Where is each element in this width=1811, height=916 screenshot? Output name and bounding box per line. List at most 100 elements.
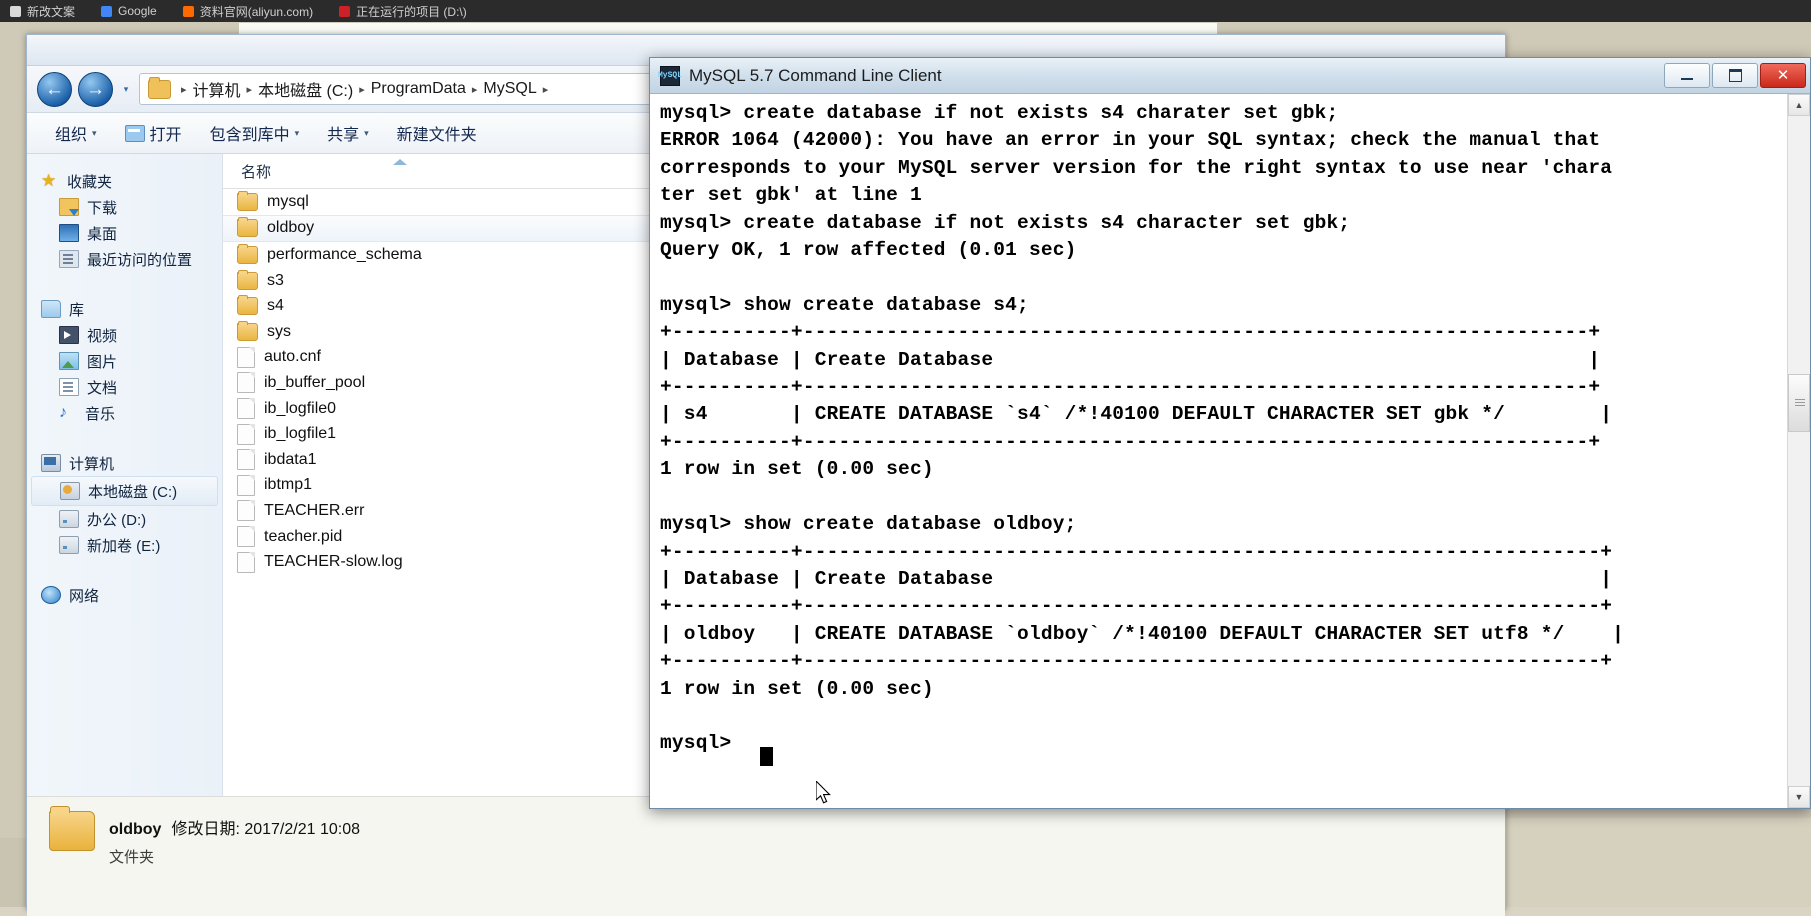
nav-item-recent-places[interactable]: 最近访问的位置 — [27, 246, 222, 272]
file-icon — [237, 346, 255, 368]
nav-item-pictures-label: 图片 — [87, 353, 118, 371]
toolbar-include-in-library-button[interactable]: 包含到库中 ▾ — [196, 117, 314, 149]
nav-item-local-disk-c[interactable]: 本地磁盘 (C:) — [31, 476, 218, 506]
column-header-name[interactable]: 名称 — [223, 161, 271, 182]
nav-item-drive-d[interactable]: 办公 (D:) — [27, 506, 222, 532]
nav-item-desktop-label: 桌面 — [87, 225, 118, 243]
nav-item-downloads-label: 下载 — [87, 199, 118, 217]
maximize-icon — [1728, 69, 1742, 82]
nav-item-desktop[interactable]: 桌面 — [27, 220, 222, 246]
desktop-right-area — [1500, 818, 1811, 907]
toolbar-share-button[interactable]: 共享 ▾ — [313, 117, 383, 149]
drive-icon — [59, 510, 79, 528]
file-icon — [237, 449, 255, 471]
browser-tab-list[interactable]: 新改文案 Google 资料官网(aliyun.com) 正在运行的项目 (D:… — [0, 0, 1811, 22]
nav-header-network[interactable]: 网络 — [27, 582, 222, 608]
nav-item-local-disk-c-label: 本地磁盘 (C:) — [88, 483, 178, 501]
music-icon: ♪ — [59, 404, 67, 421]
status-modified-date: 修改日期: 2017/2/21 10:08 — [171, 821, 360, 838]
breadcrumb-separator-icon: ▸ — [181, 83, 187, 96]
breadcrumb-separator-icon: ▸ — [471, 83, 478, 96]
breadcrumb-separator-icon: ▸ — [542, 83, 549, 96]
recent-places-icon — [59, 250, 79, 268]
status-item-type: 文件夹 — [109, 849, 155, 866]
file-name: ib_logfile0 — [264, 399, 337, 417]
toolbar-new-folder-button[interactable]: 新建文件夹 — [383, 117, 491, 149]
nav-item-documents[interactable]: 文档 — [27, 374, 222, 400]
close-button[interactable]: ✕ — [1760, 63, 1806, 88]
window-title: MySQL 5.7 Command Line Client — [689, 65, 942, 85]
browser-tab-label: 新改文案 — [27, 4, 76, 19]
nav-item-downloads[interactable]: 下载 — [27, 194, 222, 220]
picture-icon — [59, 352, 79, 370]
desktop-icon — [59, 224, 79, 242]
file-name: teacher.pid — [264, 527, 343, 545]
toolbar-share-label: 共享 — [327, 127, 360, 144]
nav-header-network-label: 网络 — [69, 587, 100, 605]
browser-tab[interactable]: 正在运行的项目 (D:\) — [339, 3, 467, 20]
breadcrumb-item-programdata[interactable]: ProgramData — [371, 80, 466, 98]
close-icon: ✕ — [1776, 67, 1790, 84]
computer-icon — [41, 454, 61, 472]
scrollbar-thumb[interactable] — [1788, 374, 1810, 432]
nav-item-drive-d-label: 办公 (D:) — [87, 511, 147, 529]
back-button[interactable]: ← — [37, 71, 72, 107]
browser-tab[interactable]: 资料官网(aliyun.com) — [182, 3, 314, 20]
mysql-command-line-client-window[interactable]: MySQL MySQL 5.7 Command Line Client ✕ my… — [649, 57, 1811, 809]
toolbar-organize-button[interactable]: 组织 ▾ — [41, 117, 111, 149]
status-primary-line: oldboy 修改日期: 2017/2/21 10:08 — [109, 815, 360, 839]
browser-tab-label: 资料官网(aliyun.com) — [199, 4, 314, 19]
file-name: ib_buffer_pool — [264, 373, 366, 391]
breadcrumb-item-computer[interactable]: 计算机 — [193, 77, 241, 101]
browser-tab[interactable]: Google — [101, 4, 157, 18]
nav-item-videos[interactable]: 视频 — [27, 322, 222, 348]
file-icon — [237, 474, 255, 496]
nav-header-libraries[interactable]: 库 — [27, 296, 222, 322]
nav-header-favorites[interactable]: ★ 收藏夹 — [27, 168, 222, 194]
nav-item-recent-places-label: 最近访问的位置 — [87, 251, 193, 269]
browser-tab[interactable]: 新改文案 — [10, 3, 75, 20]
explorer-navigation-pane[interactable]: ★ 收藏夹 下载 桌面 最近访问的位置 库 视频 图片 文档 ♪ 音乐 计算机 … — [27, 154, 223, 796]
nav-header-computer[interactable]: 计算机 — [27, 450, 222, 476]
folder-icon — [237, 243, 258, 264]
favicon-icon — [101, 5, 113, 17]
nav-item-drive-e-label: 新加卷 (E:) — [87, 537, 161, 555]
mysql-app-icon: MySQL — [658, 65, 682, 86]
folder-icon — [237, 269, 258, 290]
file-name: ibtmp1 — [264, 476, 313, 494]
back-arrow-icon: ← — [45, 78, 64, 100]
file-icon — [237, 398, 255, 420]
breadcrumb-item-mysql[interactable]: MySQL — [483, 80, 536, 98]
terminal-scrollbar[interactable]: ▲ ▼ — [1787, 94, 1810, 808]
mysql-titlebar[interactable]: MySQL MySQL 5.7 Command Line Client ✕ — [650, 58, 1810, 94]
scroll-down-button[interactable]: ▼ — [1788, 786, 1810, 808]
folder-icon — [237, 295, 258, 316]
breadcrumb-item-local-disk-c[interactable]: 本地磁盘 (C:) — [258, 77, 353, 101]
minimize-button[interactable] — [1664, 63, 1710, 88]
scroll-up-button[interactable]: ▲ — [1788, 94, 1810, 116]
nav-item-music[interactable]: ♪ 音乐 — [27, 400, 222, 426]
folder-icon — [237, 320, 258, 341]
browser-tab-label: 正在运行的项目 (D:\) — [356, 4, 467, 19]
forward-arrow-icon: → — [86, 78, 105, 100]
nav-item-documents-label: 文档 — [87, 379, 118, 397]
forward-button[interactable]: → — [78, 71, 113, 107]
nav-header-libraries-label: 库 — [69, 301, 85, 319]
maximize-button[interactable] — [1712, 63, 1758, 88]
terminal-output-area[interactable]: mysql> create database if not exists s4 … — [650, 94, 1788, 808]
folder-icon — [237, 190, 258, 211]
toolbar-open-button[interactable]: 打开 — [111, 117, 196, 149]
nav-item-drive-e[interactable]: 新加卷 (E:) — [27, 532, 222, 558]
chevron-down-icon: ▼ — [1794, 792, 1804, 802]
document-icon — [59, 378, 79, 396]
nav-item-pictures[interactable]: 图片 — [27, 348, 222, 374]
file-icon — [237, 500, 255, 522]
terminal-cursor — [760, 747, 773, 766]
chevron-down-icon: ▾ — [123, 83, 129, 94]
recent-locations-dropdown[interactable]: ▾ — [119, 74, 133, 104]
mysql-client-area[interactable]: mysql> create database if not exists s4 … — [650, 94, 1810, 808]
file-name: TEACHER.err — [264, 501, 365, 519]
file-icon — [237, 372, 255, 394]
file-name: s3 — [267, 271, 284, 289]
